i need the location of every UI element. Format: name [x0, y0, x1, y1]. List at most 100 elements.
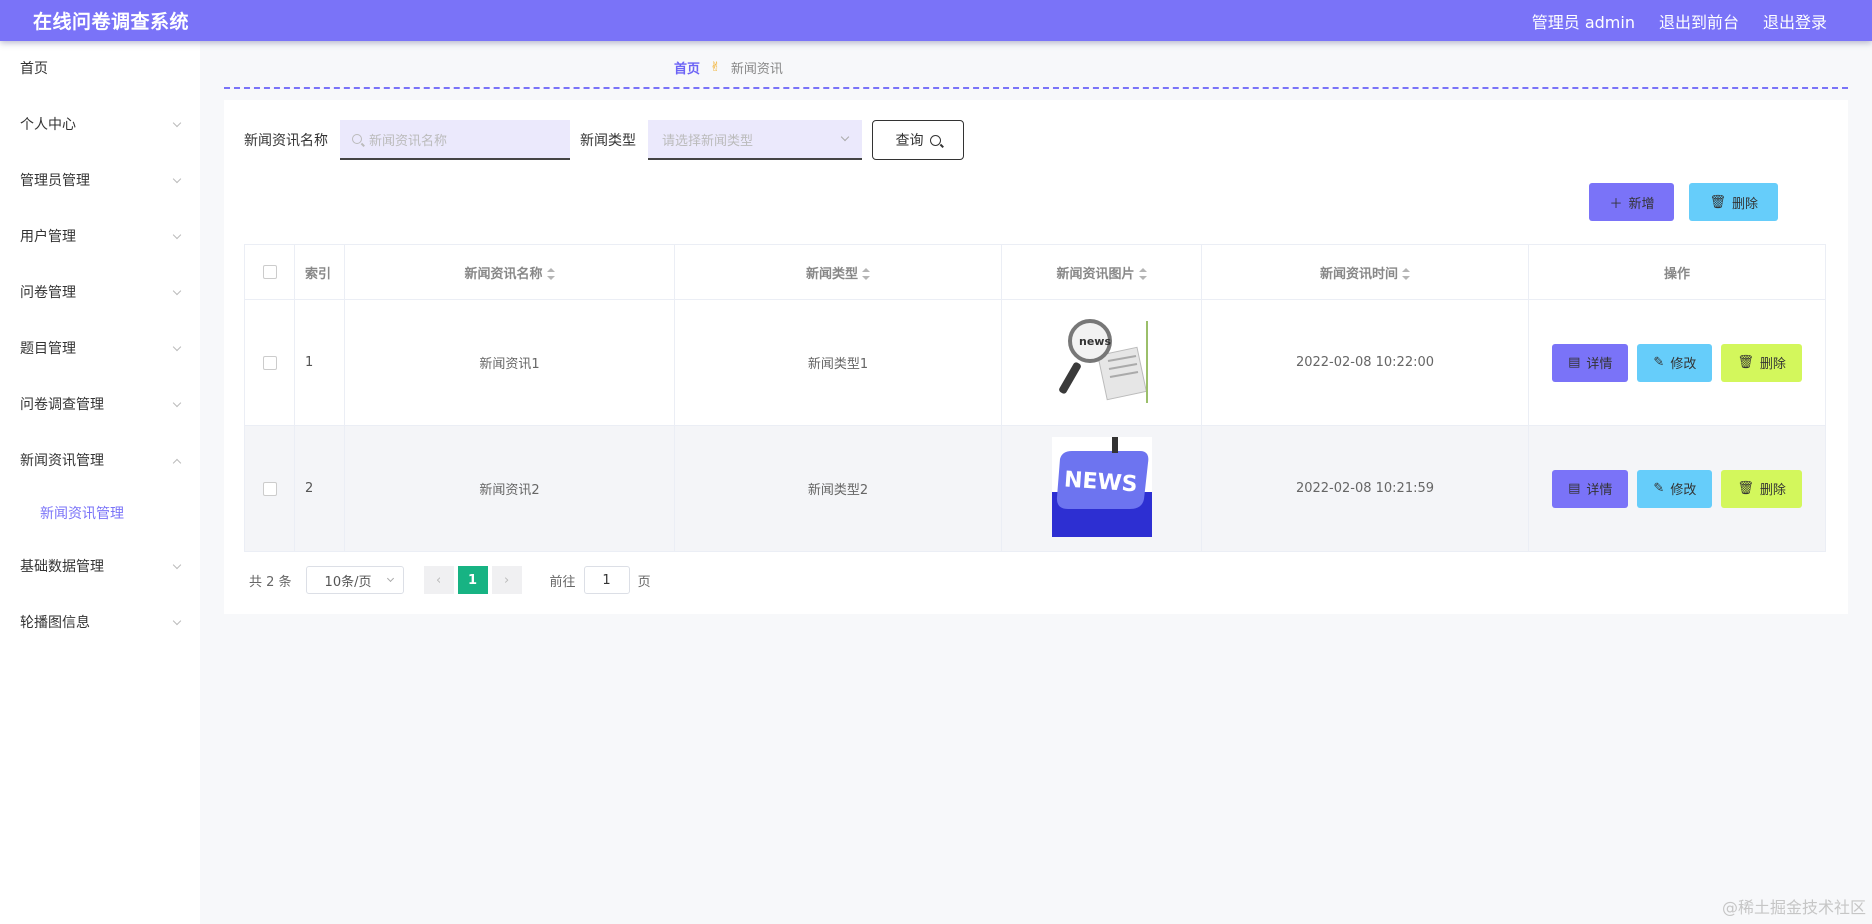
sidebar-item-label: 管理员管理	[20, 173, 90, 189]
col-label: 新闻资讯图片	[1056, 266, 1135, 282]
chevron-down-icon	[172, 286, 182, 296]
breadcrumb-current: 新闻资讯	[730, 62, 783, 77]
action-toolbar: ＋ 新增 🗑 删除	[1589, 183, 1778, 221]
detail-button-label: 详情	[1586, 357, 1613, 372]
goto-page-input[interactable]: 1	[583, 566, 630, 594]
sidebar-item-carousel[interactable]: 轮播图信息	[0, 595, 200, 651]
sidebar-item-questionnaire-management[interactable]: 问卷管理	[0, 265, 200, 321]
document-icon: ▤	[1568, 355, 1581, 370]
search-bar: 新闻资讯名称 新闻资讯名称 新闻类型 请选择新闻类型 查询	[244, 120, 964, 160]
batch-delete-button[interactable]: 🗑 删除	[1689, 183, 1778, 221]
trash-icon: 🗑	[1737, 355, 1754, 370]
prev-page-button[interactable]: ‹	[423, 566, 454, 594]
chevron-up-icon	[172, 458, 182, 468]
news-name-input[interactable]: 新闻资讯名称	[340, 120, 570, 160]
sidebar-item-survey-management[interactable]: 问卷调查管理	[0, 377, 200, 433]
detail-button-label: 详情	[1586, 483, 1613, 498]
add-button[interactable]: ＋ 新增	[1589, 183, 1675, 221]
sidebar-item-user-management[interactable]: 用户管理	[0, 209, 200, 265]
news-magnifier-image[interactable]: news	[1051, 310, 1152, 411]
row-news-image: news	[1001, 299, 1202, 426]
news-key-image[interactable]: NEWS	[1051, 436, 1152, 537]
admin-user-label[interactable]: 管理员 admin	[1532, 9, 1635, 33]
trash-icon: 🗑	[1709, 194, 1726, 210]
table-row: 2 新闻资讯2 新闻类型2 NEWS 2022-02-08 10:21:59 ▤…	[244, 425, 1826, 552]
col-label: 新闻资讯名称	[464, 266, 543, 282]
sidebar-item-label: 问卷调查管理	[20, 397, 104, 413]
col-news-image[interactable]: 新闻资讯图片	[1001, 244, 1202, 300]
exit-to-front-link[interactable]: 退出到前台	[1659, 9, 1739, 33]
search-icon	[929, 134, 941, 146]
row-index: 1	[294, 299, 345, 426]
row-news-type: 新闻类型2	[674, 425, 1002, 552]
page-size-select[interactable]: 10条/页	[305, 566, 404, 594]
select-all-checkbox[interactable]	[262, 265, 277, 279]
logout-link[interactable]: 退出登录	[1763, 9, 1827, 33]
breadcrumb: 首页 ✌ 新闻资讯	[674, 58, 783, 77]
total-count: 共 2 条	[249, 574, 292, 590]
breadcrumb-divider	[224, 87, 1848, 89]
row-checkbox[interactable]	[262, 355, 277, 370]
news-type-label: 新闻类型	[580, 133, 636, 149]
victory-hand-icon: ✌	[710, 60, 721, 75]
delete-row-button[interactable]: 🗑 删除	[1721, 469, 1802, 508]
edit-button[interactable]: ✎ 修改	[1637, 469, 1713, 508]
sidebar-item-label: 个人中心	[20, 117, 76, 133]
sort-icon[interactable]	[1138, 268, 1147, 280]
row-news-type: 新闻类型1	[674, 299, 1002, 426]
image-caption: NEWS	[1063, 467, 1138, 497]
plus-icon: ＋	[1609, 196, 1623, 212]
delete-row-button-label: 删除	[1759, 483, 1786, 498]
row-select-cell	[244, 425, 295, 552]
row-ops: ▤ 详情 ✎ 修改 🗑 删除	[1528, 299, 1826, 426]
news-type-select[interactable]: 请选择新闻类型	[648, 120, 862, 160]
breadcrumb-home[interactable]: 首页	[674, 58, 700, 77]
edit-button[interactable]: ✎ 修改	[1637, 343, 1713, 382]
search-icon	[352, 134, 362, 144]
page-unit-label: 页	[637, 574, 651, 590]
sort-icon[interactable]	[862, 268, 870, 280]
page-number-button[interactable]: 1	[457, 566, 488, 594]
row-checkbox[interactable]	[262, 481, 277, 496]
col-news-type[interactable]: 新闻类型	[674, 244, 1002, 300]
sidebar: 首页 个人中心 管理员管理 用户管理 问卷管理 题目管理 问卷调查管理 新闻资讯…	[0, 41, 200, 924]
delete-row-button[interactable]: 🗑 删除	[1721, 343, 1802, 382]
chevron-down-icon	[172, 398, 182, 408]
chevron-down-icon	[172, 230, 182, 240]
sidebar-item-admin-management[interactable]: 管理员管理	[0, 153, 200, 209]
add-button-label: 新增	[1628, 196, 1655, 212]
next-page-button[interactable]: ›	[491, 566, 522, 594]
query-button[interactable]: 查询	[872, 120, 964, 160]
sidebar-item-label: 新闻资讯管理	[20, 453, 104, 469]
query-button-label: 查询	[895, 133, 924, 149]
table-header-row: 索引 新闻资讯名称 新闻类型 新闻资讯图片 新闻资讯时间 操作	[244, 244, 1826, 300]
document-icon: ▤	[1568, 481, 1581, 496]
chevron-down-icon	[172, 174, 182, 184]
detail-button[interactable]: ▤ 详情	[1552, 343, 1629, 382]
edit-button-label: 修改	[1670, 483, 1697, 498]
page-size-value: 10条/页	[324, 574, 372, 590]
chevron-down-icon	[840, 132, 850, 142]
sidebar-item-base-data[interactable]: 基础数据管理	[0, 539, 200, 595]
col-news-time[interactable]: 新闻资讯时间	[1201, 244, 1529, 300]
sidebar-item-question-management[interactable]: 题目管理	[0, 321, 200, 377]
col-label: 新闻资讯时间	[1319, 266, 1398, 282]
sidebar-item-personal-center[interactable]: 个人中心	[0, 97, 200, 153]
sidebar-subitem-news-management[interactable]: 新闻资讯管理	[0, 489, 200, 539]
pencil-icon: ✎	[1653, 355, 1665, 370]
sidebar-item-home[interactable]: 首页	[0, 41, 200, 97]
detail-button[interactable]: ▤ 详情	[1552, 469, 1629, 508]
sort-icon[interactable]	[546, 268, 555, 280]
sort-icon[interactable]	[1402, 268, 1410, 280]
sidebar-item-label: 轮播图信息	[20, 615, 90, 631]
watermark: @稀土掘金技术社区	[1721, 898, 1866, 917]
delete-button-label: 删除	[1731, 196, 1758, 212]
chevron-down-icon	[386, 574, 394, 583]
row-ops: ▤ 详情 ✎ 修改 🗑 删除	[1528, 425, 1826, 552]
image-caption: news	[1079, 335, 1111, 348]
col-news-name[interactable]: 新闻资讯名称	[344, 244, 675, 300]
sidebar-item-label: 用户管理	[20, 229, 76, 245]
sidebar-item-label: 问卷管理	[20, 285, 76, 301]
sidebar-item-news-management[interactable]: 新闻资讯管理	[0, 433, 200, 489]
goto-label: 前往	[549, 574, 576, 590]
